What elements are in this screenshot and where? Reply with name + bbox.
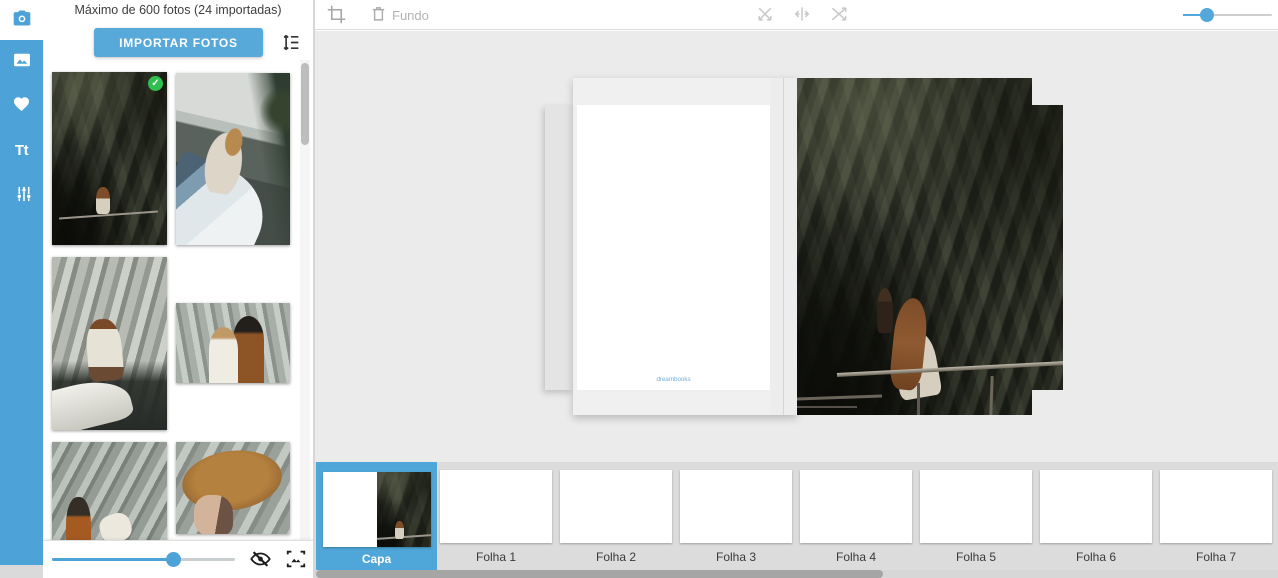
autofill-photos-button[interactable] — [284, 548, 307, 571]
swap-diagonal-icon[interactable] — [755, 4, 775, 27]
photo-panel: Máximo de 600 fotos (24 importadas) IMPO… — [43, 0, 313, 578]
cover-photo-lower-railing — [797, 406, 857, 408]
filmstrip-page-folha-6[interactable]: Folha 6 — [1040, 462, 1152, 564]
icon-sidebar: Tt — [0, 0, 43, 578]
flip-horizontal-icon[interactable] — [792, 4, 812, 27]
page-thumbnail[interactable] — [440, 470, 552, 543]
cover-photo[interactable] — [797, 78, 1063, 415]
filmstrip-page-capa[interactable]: Capa — [316, 462, 437, 570]
zoom-slider-knob[interactable] — [1200, 8, 1214, 22]
image-frame-icon — [285, 558, 307, 573]
cover-photo-railing-post — [917, 383, 920, 415]
photo-grid: ✓ — [43, 0, 313, 578]
filmstrip-page-folha-4[interactable]: Folha 4 — [800, 462, 912, 564]
layout-tools — [755, 4, 849, 27]
tune-icon — [10, 185, 34, 204]
editor-canvas[interactable]: dreambooks — [315, 31, 1278, 462]
scrollbar-thumb[interactable] — [301, 63, 309, 145]
text-icon: Tt — [15, 142, 28, 159]
page-thumbnail[interactable] — [680, 470, 792, 543]
page-thumbnail[interactable] — [1160, 470, 1272, 543]
thumbnail-size-slider[interactable] — [52, 558, 235, 561]
background-label: Fundo — [392, 8, 429, 23]
slider-fill — [52, 558, 173, 561]
remove-background-button[interactable]: Fundo — [370, 4, 429, 26]
cover-photo-lower-railing — [797, 395, 882, 401]
page-label: Folha 4 — [800, 550, 912, 564]
page-label: Folha 5 — [920, 550, 1032, 564]
sidebar-tab-layouts[interactable] — [0, 40, 43, 84]
camera-icon — [12, 8, 32, 33]
photo-panel-scrollbar — [300, 60, 310, 540]
filmstrip-scrollbar-thumb[interactable] — [316, 570, 883, 578]
eye-off-icon — [249, 558, 272, 573]
page-label: Folha 2 — [560, 550, 672, 564]
hide-used-photos-button[interactable] — [249, 548, 272, 571]
editor-toolbar: Fundo — [315, 0, 1278, 30]
cover-thumb-back — [323, 472, 377, 547]
sidebar-tab-favorites[interactable] — [0, 84, 43, 128]
filmstrip-page-folha-2[interactable]: Folha 2 — [560, 462, 672, 564]
back-cover-page[interactable]: dreambooks — [573, 78, 797, 415]
filmstrip-page-folha-7[interactable]: Folha 7 — [1160, 462, 1272, 564]
page-thumbnail[interactable] — [1040, 470, 1152, 543]
filmstrip-page-folha-1[interactable]: Folha 1 — [440, 462, 552, 564]
photobook-editor: Tt Máximo de 600 fotos (24 importadas) I… — [0, 0, 1278, 578]
cover-photo-railing — [837, 361, 1067, 377]
cover-wrap-left-edge — [545, 105, 573, 390]
page-label: Folha 1 — [440, 550, 552, 564]
filmstrip-page-folha-3[interactable]: Folha 3 — [680, 462, 792, 564]
book-spine — [770, 78, 797, 415]
zoom-slider[interactable] — [1183, 14, 1272, 16]
sidebar-tab-text[interactable]: Tt — [0, 128, 43, 172]
photo-thumbnail-4[interactable] — [176, 303, 290, 383]
page-thumbnail[interactable] — [920, 470, 1032, 543]
photo-panel-bottom-bar — [43, 540, 313, 578]
photo-thumbnail-1[interactable]: ✓ — [52, 72, 167, 245]
slider-knob[interactable] — [166, 552, 181, 567]
sidebar-tab-adjust[interactable] — [0, 172, 43, 216]
cover-thumb-photo — [377, 472, 431, 547]
page-thumbnail[interactable] — [323, 472, 431, 547]
cover-photo-man — [877, 288, 893, 333]
page-label: Capa — [316, 552, 437, 566]
brand-text: dreambooks — [614, 376, 734, 383]
page-label: Folha 6 — [1040, 550, 1152, 564]
cover-photo-railing-post — [989, 376, 993, 415]
sidebar-blue-strip: Tt — [0, 40, 43, 565]
heart-icon — [12, 95, 31, 118]
page-thumbnail[interactable] — [560, 470, 672, 543]
picture-icon — [12, 50, 32, 75]
sidebar-tab-photos[interactable] — [0, 0, 43, 40]
photo-used-check-icon: ✓ — [148, 76, 163, 91]
filmstrip-page-folha-5[interactable]: Folha 5 — [920, 462, 1032, 564]
crop-icon[interactable] — [327, 5, 346, 27]
trash-icon — [370, 4, 387, 26]
filmstrip: CapaFolha 1 Folha 2 Folha 3 Folha 4 Folha 5 F… — [315, 462, 1278, 570]
page-label: Folha 3 — [680, 550, 792, 564]
page-thumbnail[interactable] — [800, 470, 912, 543]
shuffle-icon[interactable] — [829, 4, 849, 27]
photo-thumbnail-3[interactable] — [52, 257, 167, 430]
photo-thumbnail-2[interactable] — [176, 73, 290, 245]
page-label: Folha 7 — [1160, 550, 1272, 564]
filmstrip-scrollbar — [315, 570, 1278, 578]
photo-thumbnail-6[interactable] — [176, 442, 290, 534]
back-cover-white-area: dreambooks — [577, 105, 770, 390]
